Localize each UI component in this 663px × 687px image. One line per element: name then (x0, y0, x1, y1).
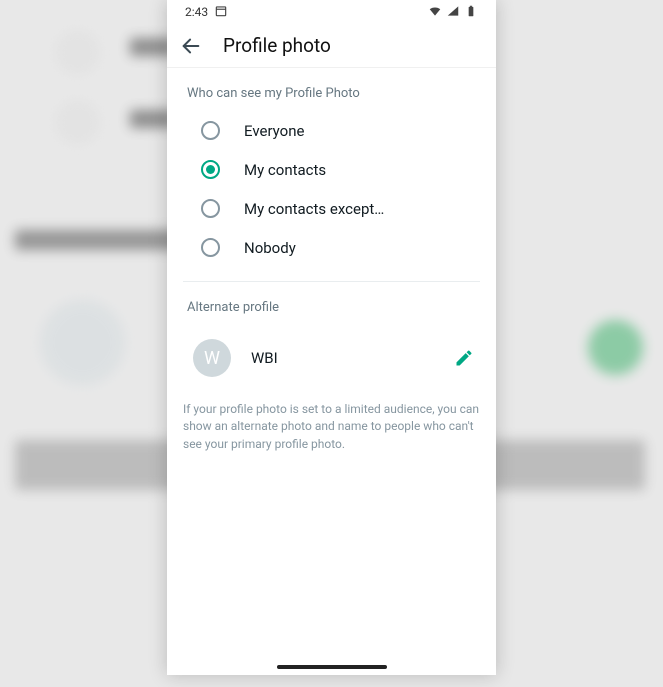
navigation-handle[interactable] (277, 665, 387, 669)
pencil-icon (454, 348, 474, 368)
status-bar: 2:43 (167, 0, 496, 24)
alternate-profile-helper: If your profile photo is set to a limite… (167, 391, 496, 453)
visibility-header: Who can see my Profile Photo (167, 68, 496, 111)
radio-icon (201, 121, 220, 140)
wifi-icon (428, 4, 442, 21)
avatar-initial: W (204, 348, 220, 369)
edit-button[interactable] (452, 346, 476, 370)
avatar: W (193, 339, 231, 377)
arrow-left-icon (180, 35, 202, 57)
page-title: Profile photo (223, 34, 331, 57)
battery-icon (464, 4, 478, 21)
signal-icon (446, 4, 460, 21)
radio-label: My contacts (244, 161, 326, 179)
app-bar: Profile photo (167, 24, 496, 68)
radio-option-my-contacts[interactable]: My contacts (187, 150, 476, 189)
phone-frame: 2:43 (167, 0, 496, 675)
alternate-header: Alternate profile (167, 282, 496, 325)
radio-icon (201, 199, 220, 218)
radio-label: Everyone (244, 122, 304, 140)
alternate-profile-name: WBI (251, 349, 432, 367)
radio-icon (201, 160, 220, 179)
radio-option-everyone[interactable]: Everyone (187, 111, 476, 150)
radio-option-my-contacts-except[interactable]: My contacts except… (187, 189, 476, 228)
visibility-radio-group: Everyone My contacts My contacts except…… (167, 111, 496, 281)
radio-icon (201, 238, 220, 257)
radio-label: My contacts except… (244, 200, 384, 218)
radio-dot-icon (206, 165, 215, 174)
alternate-profile-row[interactable]: W WBI (167, 325, 496, 391)
radio-option-nobody[interactable]: Nobody (187, 228, 476, 267)
status-time: 2:43 (185, 5, 208, 19)
content-scroll[interactable]: Who can see my Profile Photo Everyone My… (167, 68, 496, 675)
calendar-icon (214, 4, 228, 21)
radio-label: Nobody (244, 239, 296, 257)
back-button[interactable] (179, 34, 203, 58)
